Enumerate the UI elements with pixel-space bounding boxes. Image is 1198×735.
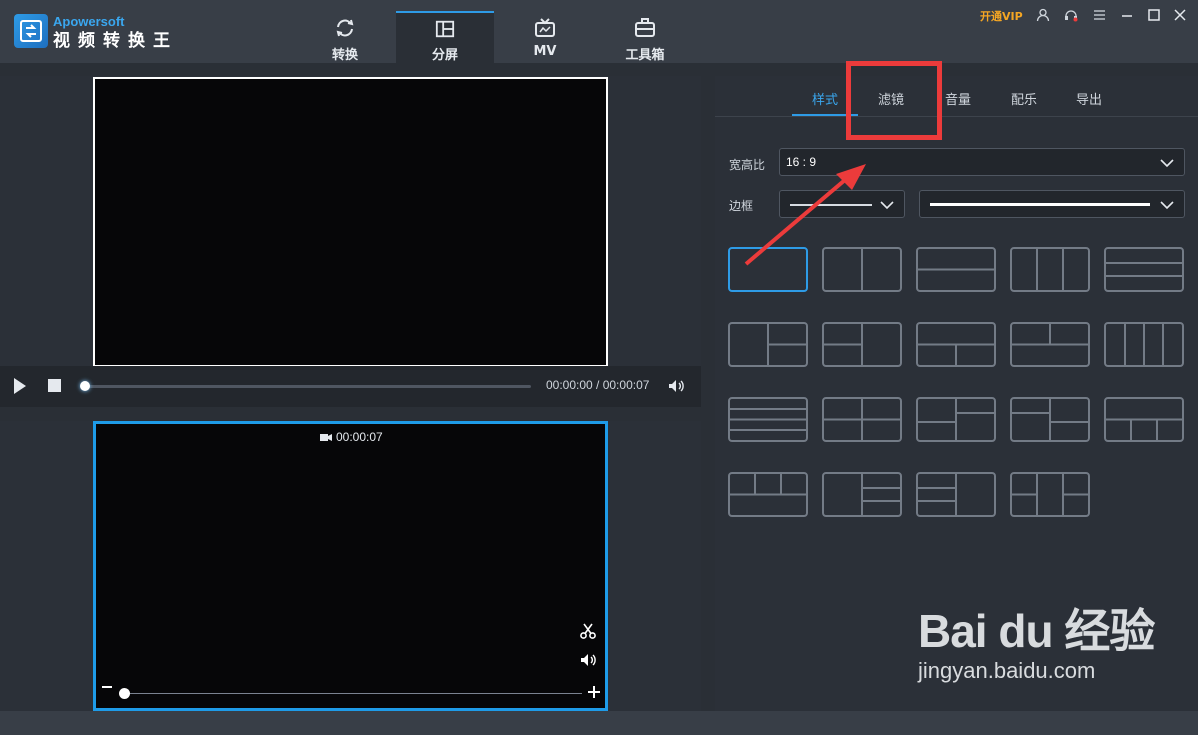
layout-option-3-rows[interactable] [1104,247,1184,292]
layout-option-left-1-right-3[interactable] [822,472,902,517]
title-bar: Apowersoft 视频转换王 转换 分屏 MV 工具箱 开通VIP [0,0,1198,63]
refresh-icon [336,19,354,37]
playback-time: 00:00:00 / 00:00:07 [546,378,650,392]
tab-music[interactable]: 配乐 [1011,89,1037,108]
progress-handle[interactable] [80,381,90,391]
nav-tab-split-screen[interactable]: 分屏 [396,11,494,63]
app-logo [14,14,48,48]
minimize-icon[interactable] [1118,6,1136,24]
watermark-url: jingyan.baidu.com [918,658,1096,683]
nav-tab-label: MV [533,44,557,59]
watermark-logo: Bai du 经验 [918,605,1155,657]
layout-option-4-columns[interactable] [1104,322,1184,367]
layout-option-4-rows[interactable] [728,397,808,442]
toolbox-icon [635,18,655,37]
border-width-select[interactable] [919,190,1185,218]
nav-tab-label: 转换 [331,48,358,63]
layout-option-2x2-grid[interactable] [822,397,902,442]
clip-duration-text: 00:00:07 [336,430,383,444]
zoom-in-button[interactable] [588,686,600,698]
chevron-down-icon [1160,159,1174,168]
brand-en: Apowersoft [53,14,125,29]
player-controls: 00:00:00 / 00:00:07 [0,366,701,407]
panel-tabs: 样式 滤镜 音量 配乐 导出 [715,76,1198,117]
brand-name: Apowersoft 视频转换王 [53,14,178,52]
preview-canvas[interactable] [93,77,608,367]
stop-button[interactable] [48,379,61,392]
preview-area: 00:00:00 / 00:00:07 [0,76,701,407]
layout-option-side-center[interactable] [1010,472,1090,517]
status-bar [0,711,1198,735]
volume-icon[interactable] [667,377,685,395]
tv-icon [535,18,555,37]
vip-link[interactable]: 开通VIP [980,8,1023,24]
progress-bar[interactable] [85,385,531,388]
layout-option-top-1-bottom-3[interactable] [1104,397,1184,442]
video-clip[interactable]: 00:00:07 [93,421,608,711]
tab-volume[interactable]: 音量 [945,89,971,108]
layout-option-left-right-split[interactable] [728,322,808,367]
close-icon[interactable] [1171,6,1189,24]
layout-option-top-3-bottom-1[interactable] [728,472,808,517]
chevron-down-icon [880,201,894,210]
chevron-down-icon [1160,201,1174,210]
annotation-arrow-icon [744,164,866,266]
nav-tab-label: 分屏 [431,48,458,63]
nav-tab-convert[interactable]: 转换 [296,11,394,63]
layout-option-mixed-b[interactable] [1010,397,1090,442]
border-width-sample [930,203,1150,206]
layout-option-3-columns[interactable] [1010,247,1090,292]
play-button[interactable] [14,378,26,394]
layout-option-top-bottom-split[interactable] [916,322,996,367]
clip-volume-icon[interactable] [579,651,597,669]
brand-cn: 视频转换王 [53,31,178,51]
app-logo-icon [20,20,42,42]
maximize-icon[interactable] [1145,6,1163,24]
tab-style[interactable]: 样式 [812,89,838,108]
support-icon[interactable] [1062,6,1080,24]
layout-option-bottom-top-split[interactable] [1010,322,1090,367]
clip-area: 00:00:07 [0,421,701,711]
tab-export[interactable]: 导出 [1076,89,1102,108]
baidu-watermark: Bai du 经验 jingyan.baidu.com [918,605,1155,684]
user-icon[interactable] [1034,6,1052,24]
menu-icon[interactable] [1090,6,1108,24]
split-screen-icon [435,20,455,38]
nav-tab-label: 工具箱 [625,48,665,63]
scissors-icon[interactable] [579,622,597,640]
zoom-slider-handle[interactable] [119,688,130,699]
video-camera-icon [320,434,332,441]
clip-duration: 00:00:07 [320,430,383,444]
annotation-highlight-box [846,61,942,140]
layout-option-2-rows[interactable] [916,247,996,292]
layout-option-right-left-split[interactable] [822,322,902,367]
nav-tab-mv[interactable]: MV [496,11,594,63]
zoom-out-button[interactable] [102,686,112,688]
zoom-slider[interactable] [124,693,582,694]
layout-option-mixed-a[interactable] [916,397,996,442]
nav-tab-toolbox[interactable]: 工具箱 [596,11,694,63]
layout-option-left-3-right-1[interactable] [916,472,996,517]
